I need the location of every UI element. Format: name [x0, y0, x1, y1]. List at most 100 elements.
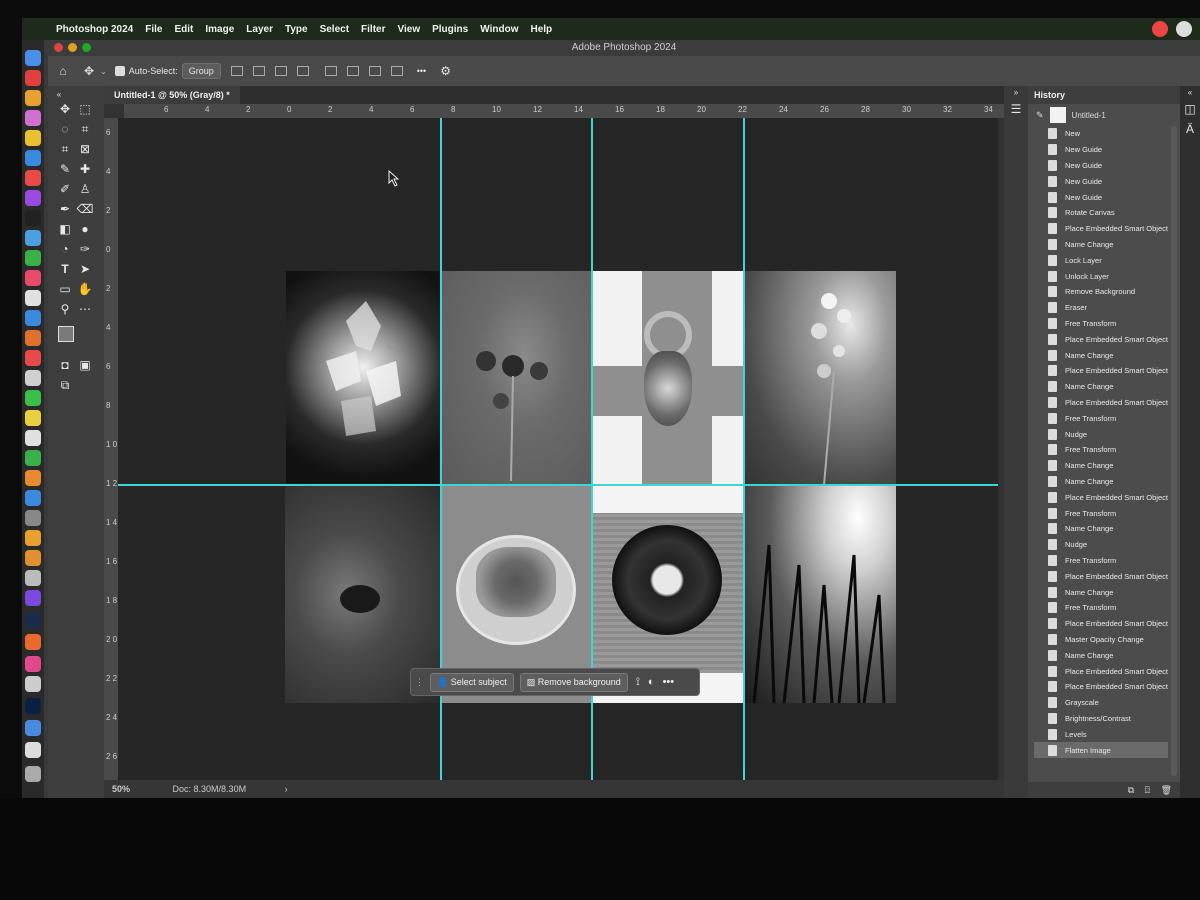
history-state[interactable]: Unlock Layer: [1034, 268, 1168, 284]
user-avatar-icon[interactable]: [1152, 21, 1168, 37]
app-icon[interactable]: [25, 230, 41, 246]
document-tab[interactable]: Untitled-1 @ 50% (Gray/8) *: [104, 86, 240, 104]
history-state[interactable]: Name Change: [1034, 474, 1168, 490]
auto-select-checkbox[interactable]: [114, 66, 125, 76]
pages-icon[interactable]: [25, 470, 41, 486]
history-state[interactable]: Place Embedded Smart Object: [1034, 331, 1168, 347]
app-icon[interactable]: [25, 330, 41, 346]
history-state[interactable]: Free Transform: [1034, 600, 1168, 616]
history-state[interactable]: New Guide: [1034, 158, 1168, 174]
history-state[interactable]: Place Embedded Smart Object: [1034, 489, 1168, 505]
history-state[interactable]: Place Embedded Smart Object: [1034, 363, 1168, 379]
frame-tool-icon[interactable]: ⊠: [76, 140, 94, 158]
remove-background-button[interactable]: ▨ Remove background: [519, 672, 628, 692]
align-top-icon[interactable]: [324, 66, 337, 76]
lasso-tool-icon[interactable]: ◌: [56, 120, 74, 138]
settings-icon[interactable]: [25, 510, 41, 526]
history-state[interactable]: Free Transform: [1034, 442, 1168, 458]
numbers-icon[interactable]: [25, 450, 41, 466]
history-state[interactable]: Lock Layer: [1034, 252, 1168, 268]
align-middle-icon[interactable]: [346, 66, 359, 76]
app-icon[interactable]: [25, 530, 41, 546]
app-icon[interactable]: [25, 742, 41, 758]
home-icon[interactable]: ⌂: [52, 60, 74, 82]
history-state[interactable]: Free Transform: [1034, 316, 1168, 332]
app-icon[interactable]: [25, 590, 41, 606]
keynote-icon[interactable]: [25, 310, 41, 326]
history-state[interactable]: Place Embedded Smart Object: [1034, 663, 1168, 679]
gradient-tool-icon[interactable]: ◧: [56, 220, 74, 238]
history-state[interactable]: Master Opacity Change: [1034, 632, 1168, 648]
app-icon[interactable]: [25, 370, 41, 386]
path-select-icon[interactable]: ➤: [76, 260, 94, 278]
new-document-from-state-icon[interactable]: ⧉: [1128, 785, 1134, 795]
move-tool-icon[interactable]: ✥: [56, 100, 74, 118]
minimize-window-icon[interactable]: [68, 43, 77, 52]
app-icon[interactable]: [25, 250, 41, 266]
app-icon[interactable]: [25, 550, 41, 566]
lightroom-classic-icon[interactable]: [25, 612, 41, 628]
artboard-tool-icon[interactable]: ⬚: [76, 100, 94, 118]
app-icon[interactable]: [25, 430, 41, 446]
app-icon[interactable]: [25, 676, 41, 692]
gear-icon[interactable]: ⚙: [440, 64, 451, 78]
edit-toolbar-icon[interactable]: ⋯: [76, 300, 94, 318]
history-state[interactable]: Nudge: [1034, 426, 1168, 442]
history-snapshot[interactable]: ✎ Untitled-1: [1028, 104, 1180, 126]
eraser-tool-icon[interactable]: ⌫: [76, 200, 94, 218]
history-state[interactable]: Free Transform: [1034, 410, 1168, 426]
history-state[interactable]: Remove Background: [1034, 284, 1168, 300]
menu-app-name[interactable]: Photoshop 2024: [56, 24, 133, 35]
history-state[interactable]: Name Change: [1034, 237, 1168, 253]
history-state[interactable]: Free Transform: [1034, 505, 1168, 521]
menu-select[interactable]: Select: [320, 24, 349, 35]
camera-icon[interactable]: ⌼: [1145, 785, 1150, 795]
history-state[interactable]: Free Transform: [1034, 553, 1168, 569]
guide-vertical[interactable]: [743, 118, 745, 780]
document-size[interactable]: Doc: 8.30M/8.30M: [173, 784, 247, 794]
distribute-icon[interactable]: [296, 66, 309, 76]
history-state[interactable]: Rotate Canvas: [1034, 205, 1168, 221]
menu-type[interactable]: Type: [285, 24, 308, 35]
history-state[interactable]: Grayscale: [1034, 695, 1168, 711]
mail-icon[interactable]: [25, 150, 41, 166]
app-icon[interactable]: [25, 570, 41, 586]
eyedropper-tool-icon[interactable]: ✎: [56, 160, 74, 178]
chevron-right-icon[interactable]: ›: [285, 784, 288, 794]
app-store-icon[interactable]: [25, 490, 41, 506]
brush-tool-icon[interactable]: ✐: [56, 180, 74, 198]
control-center-icon[interactable]: [1176, 21, 1192, 37]
history-state[interactable]: Name Change: [1034, 584, 1168, 600]
rectangle-tool-icon[interactable]: ▭: [56, 280, 74, 298]
history-state[interactable]: Place Embedded Smart Object: [1034, 221, 1168, 237]
photoshop-icon[interactable]: [25, 698, 41, 714]
app-icon[interactable]: [25, 656, 41, 672]
object-select-tool-icon[interactable]: ⌗: [76, 120, 94, 138]
history-state[interactable]: Nudge: [1034, 537, 1168, 553]
type-panel-icon[interactable]: Ä: [1181, 120, 1199, 138]
history-state[interactable]: Name Change: [1034, 347, 1168, 363]
history-state[interactable]: Name Change: [1034, 647, 1168, 663]
menu-filter[interactable]: Filter: [361, 24, 385, 35]
menu-layer[interactable]: Layer: [246, 24, 273, 35]
canvas-area[interactable]: ⋮ 👤 Select subject ▨ Remove background ⟟…: [118, 118, 998, 780]
podcasts-icon[interactable]: [25, 190, 41, 206]
drag-handle-icon[interactable]: ⋮: [415, 677, 424, 688]
app-icon[interactable]: [25, 110, 41, 126]
align-bottom-icon[interactable]: [368, 66, 381, 76]
news-icon[interactable]: [25, 350, 41, 366]
more-options-button[interactable]: •••: [417, 66, 426, 76]
history-panel-title[interactable]: History: [1028, 86, 1180, 104]
history-state[interactable]: Name Change: [1034, 458, 1168, 474]
photo-grass[interactable]: [744, 485, 896, 703]
app-icon[interactable]: [25, 720, 41, 736]
close-window-icon[interactable]: [54, 43, 63, 52]
distribute-vertical-icon[interactable]: [390, 66, 403, 76]
history-state[interactable]: New Guide: [1034, 189, 1168, 205]
firefox-icon[interactable]: [25, 634, 41, 650]
zoom-level[interactable]: 50%: [112, 784, 130, 794]
guide-horizontal[interactable]: [118, 484, 998, 486]
properties-icon[interactable]: ☰: [1007, 100, 1025, 118]
zoom-window-icon[interactable]: [82, 43, 91, 52]
align-left-icon[interactable]: [230, 66, 243, 76]
